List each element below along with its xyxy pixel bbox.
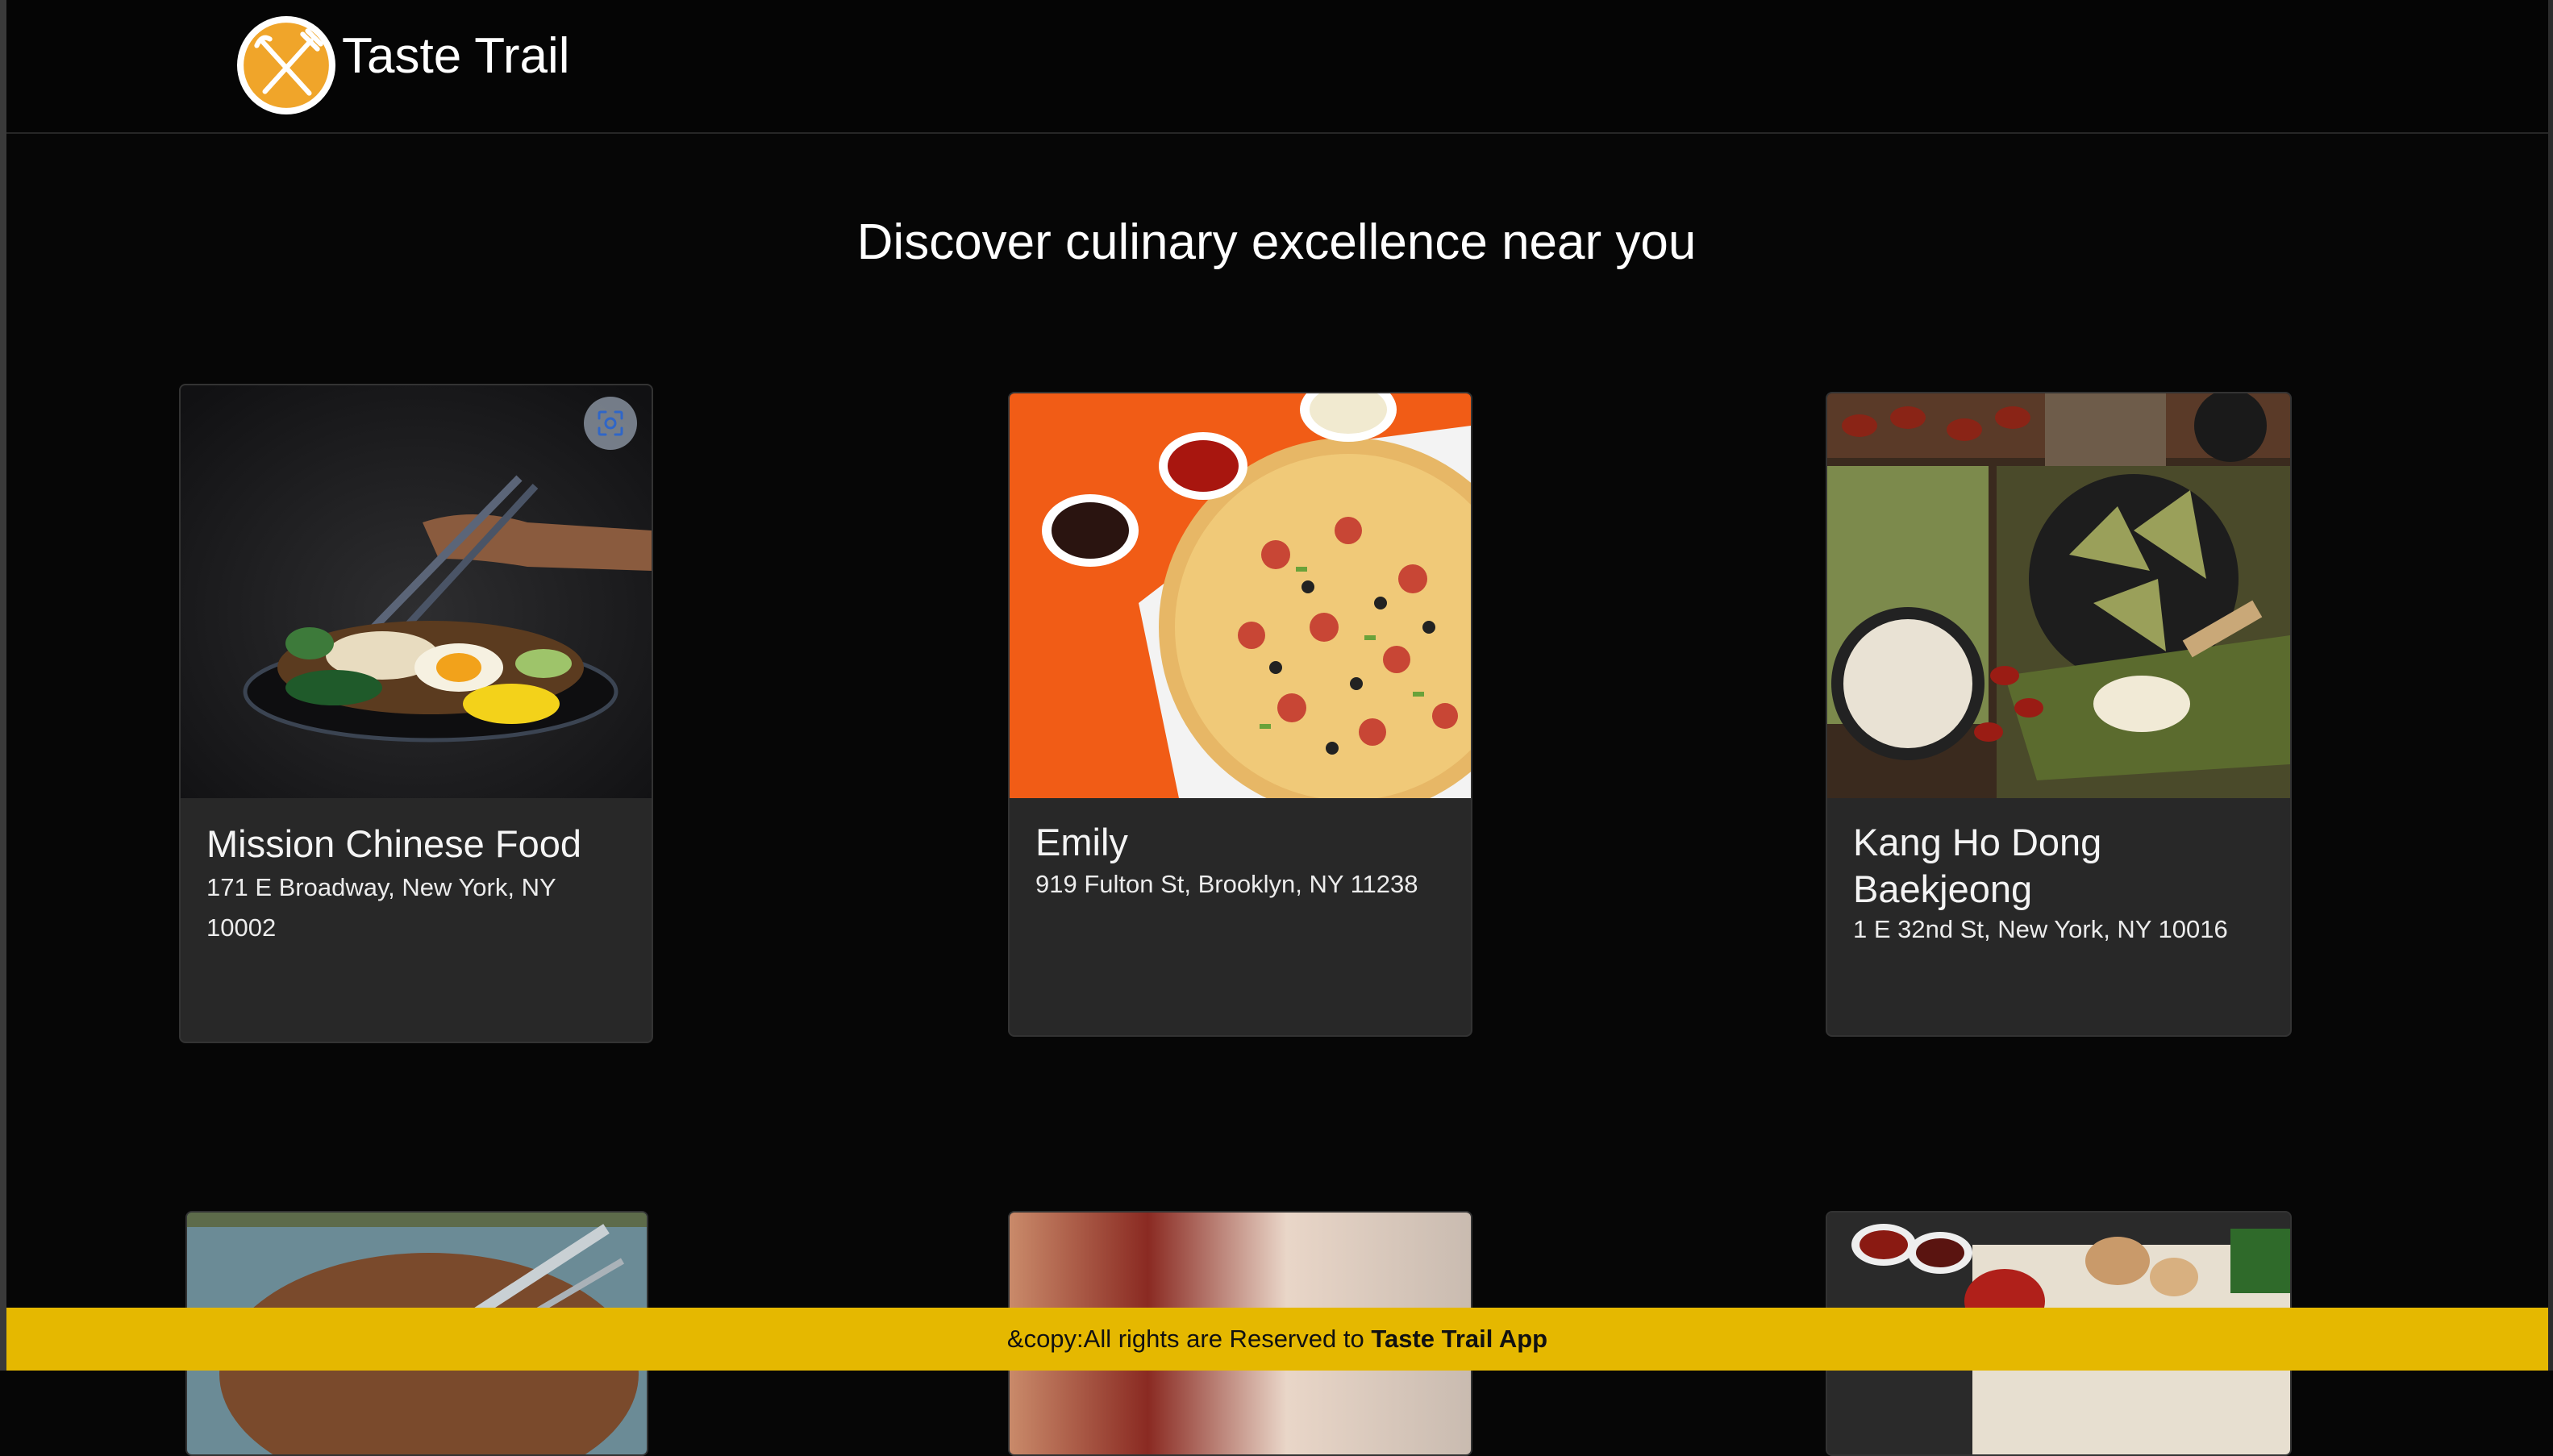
restaurant-address: 919 Fulton St, Brooklyn, NY 11238	[1035, 870, 1418, 898]
page-headline: Discover culinary excellence near you	[856, 214, 1697, 270]
footer-copyright: &copy:All rights are Reserved to	[1006, 1325, 1372, 1353]
window-right-edge	[2548, 0, 2553, 1371]
restaurant-card[interactable]: Mission Chinese Food 171 E Broadway, New…	[179, 384, 653, 1043]
fork-knife-icon[interactable]	[237, 16, 335, 114]
window-left-edge	[0, 0, 6, 1371]
restaurant-name[interactable]: Emily	[1035, 819, 1448, 866]
restaurant-address: 1 E 32nd St, New York, NY 10016	[1853, 915, 2228, 943]
restaurant-name[interactable]: Kang Ho Dong Baekjeong	[1853, 819, 2268, 913]
restaurant-card[interactable]: Emily 919 Fulton St, Brooklyn, NY 11238	[1008, 392, 1472, 1037]
restaurant-card[interactable]: Kang Ho Dong Baekjeong 1 E 32nd St, New …	[1826, 392, 2292, 1037]
footer-brand: Taste Trail App	[1371, 1325, 1548, 1353]
footer: &copy:All rights are Reserved to Taste T…	[6, 1308, 2548, 1371]
restaurant-name[interactable]: Mission Chinese Food	[206, 821, 629, 867]
visual-search-icon[interactable]	[584, 397, 637, 450]
navbar: Taste Trail	[6, 0, 2548, 134]
restaurant-address: 171 E Broadway, New York, NY 10002	[206, 873, 556, 942]
page: Taste Trail Discover culinary excellence…	[0, 0, 2553, 1456]
restaurant-image-dumplings	[1827, 393, 2290, 798]
brand-name[interactable]: Taste Trail	[342, 24, 570, 89]
restaurant-image-noodle-bowl	[181, 385, 652, 798]
restaurant-image-pizza	[1010, 393, 1471, 798]
